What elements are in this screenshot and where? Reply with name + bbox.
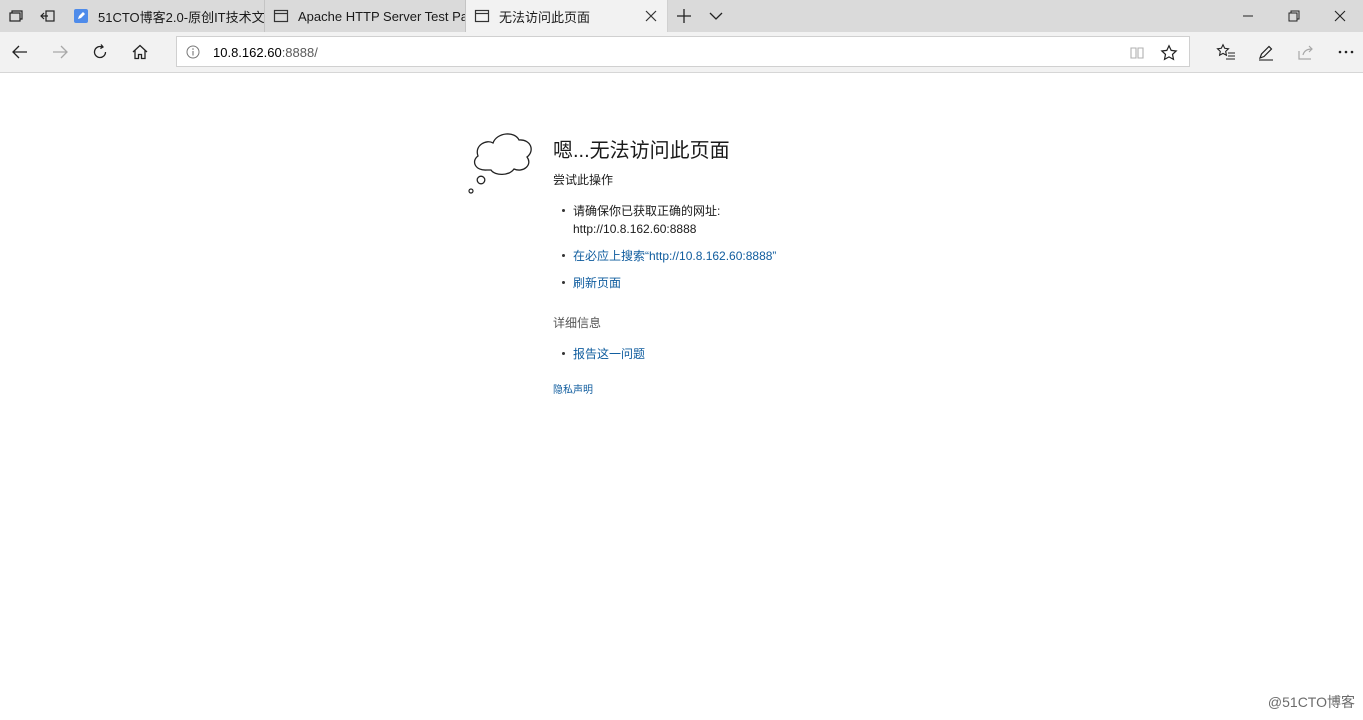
pen-icon [1258, 45, 1273, 61]
share-icon [1298, 45, 1313, 60]
url-path: :8888/ [281, 45, 318, 60]
info-icon[interactable] [185, 44, 201, 60]
favorites-hub-button[interactable] [1206, 32, 1246, 72]
refresh-icon [93, 44, 107, 59]
details-heading[interactable]: 详细信息 [553, 314, 601, 331]
bing-search-link[interactable]: 在必应上搜索“http://10.8.162.60:8888” [553, 247, 953, 265]
plus-icon [677, 9, 691, 23]
back-button[interactable] [0, 32, 40, 72]
page-icon [273, 8, 289, 24]
address-bar[interactable]: 10.8.162.60:8888/ [176, 36, 1190, 67]
privacy-statement-link[interactable]: 隐私声明 [553, 381, 593, 396]
suggestion-text: 请确保你已获取正确的网址: [573, 204, 721, 218]
minimize-icon [1243, 15, 1253, 17]
tab-apache[interactable]: Apache HTTP Server Test Pa [265, 0, 466, 32]
suggestion-list: 请确保你已获取正确的网址: http://10.8.162.60:8888 在必… [553, 202, 953, 292]
list-item: 请确保你已获取正确的网址: http://10.8.162.60:8888 [553, 202, 953, 238]
minimize-button[interactable] [1225, 0, 1271, 32]
set-tabs-aside-icon [40, 10, 55, 22]
forward-button[interactable] [40, 32, 80, 72]
favorite-button[interactable] [1159, 43, 1179, 63]
star-icon [1160, 44, 1178, 61]
error-title: 嗯...无法访问此页面 [553, 140, 730, 162]
tab-preview-icon [9, 10, 23, 22]
restore-icon [1288, 10, 1300, 22]
set-tabs-aside-button[interactable] [32, 0, 64, 32]
tab-preview-button[interactable] [0, 0, 32, 32]
reading-view-icon [1130, 47, 1144, 59]
error-page: 嗯...无法访问此页面 尝试此操作 请确保你已获取正确的网址: http://1… [0, 73, 1363, 720]
tab-strip: 51CTO博客2.0-原创IT技术文 Apache HTTP Server Te… [0, 0, 1363, 32]
page-icon [474, 8, 490, 24]
edit-pencil-icon [73, 8, 89, 24]
close-icon [645, 10, 657, 22]
home-icon [132, 44, 148, 60]
tab-title: Apache HTTP Server Test Pa [298, 8, 465, 24]
close-tab-button[interactable] [643, 8, 659, 24]
tab-error-page[interactable]: 无法访问此页面 [466, 0, 668, 32]
suggestion-url: http://10.8.162.60:8888 [573, 222, 697, 236]
reading-view-button[interactable] [1127, 43, 1147, 63]
tab-title: 51CTO博客2.0-原创IT技术文 [98, 9, 264, 25]
back-arrow-icon [12, 45, 27, 59]
close-window-button[interactable] [1317, 0, 1363, 32]
restore-button[interactable] [1271, 0, 1317, 32]
url-host: 10.8.162.60 [213, 45, 282, 60]
thought-cloud-icon [468, 133, 532, 194]
home-button[interactable] [120, 32, 160, 72]
tab-list-button[interactable] [700, 0, 732, 32]
close-icon [1334, 10, 1346, 22]
new-tab-button[interactable] [668, 0, 700, 32]
refresh-page-link[interactable]: 刷新页面 [553, 274, 953, 292]
web-note-button[interactable] [1246, 32, 1286, 72]
tab-title: 无法访问此页面 [499, 9, 591, 25]
watermark: @51CTO博客 [1267, 694, 1355, 710]
forward-arrow-icon [53, 45, 68, 59]
navigation-bar: 10.8.162.60:8888/ [0, 32, 1363, 73]
more-options-button[interactable] [1326, 32, 1363, 72]
details-list: 报告这一问题 [553, 345, 953, 363]
share-button[interactable] [1286, 32, 1326, 72]
error-subtitle: 尝试此操作 [553, 173, 614, 187]
more-icon [1338, 50, 1354, 54]
url-text[interactable]: 10.8.162.60:8888/ [213, 45, 318, 60]
tab-51cto[interactable]: 51CTO博客2.0-原创IT技术文 [65, 0, 265, 32]
report-issue-link[interactable]: 报告这一问题 [553, 345, 953, 363]
refresh-button[interactable] [80, 32, 120, 72]
favorites-list-icon [1216, 43, 1235, 60]
chevron-down-icon [709, 12, 723, 20]
